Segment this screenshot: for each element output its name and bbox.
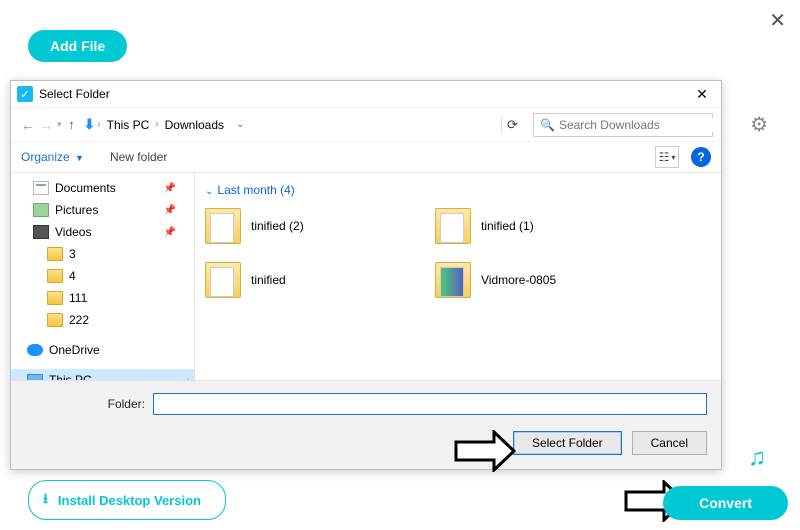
nav-back-icon[interactable]: ← [19, 117, 37, 133]
dialog-titlebar: ✓ Select Folder ✕ [11, 81, 721, 107]
tree-pictures[interactable]: Pictures📌 [11, 199, 194, 221]
chevron-right-icon: › [155, 119, 158, 130]
folder-content[interactable]: ⌄Last month (4) tinified (2) tinified (1… [195, 173, 721, 380]
pin-icon: 📌 [164, 183, 176, 194]
select-folder-button[interactable]: Select Folder [513, 431, 622, 455]
tree-videos[interactable]: Videos📌 [11, 221, 194, 243]
tree-folder-4[interactable]: 4 [11, 265, 194, 287]
help-icon[interactable]: ? [691, 147, 711, 167]
cancel-button[interactable]: Cancel [632, 431, 707, 455]
folder-label: Vidmore-0805 [481, 273, 556, 287]
folder-label: tinified (1) [481, 219, 534, 233]
folder-name-input[interactable] [153, 393, 707, 415]
folder-label: tinified (2) [251, 219, 304, 233]
breadcrumb-downloads[interactable]: Downloads [165, 118, 224, 132]
folder-icon [205, 262, 241, 298]
nav-bar: ← → ▾ ↑ ⬇ › This PC › Downloads ⌄ ⟳ 🔍 [11, 107, 721, 141]
app-close-icon[interactable]: ✕ [769, 8, 786, 33]
breadcrumb[interactable]: ⬇ › This PC › Downloads ⌄ [84, 116, 493, 133]
folder-item[interactable]: tinified (1) [435, 205, 665, 247]
close-icon[interactable]: ✕ [689, 86, 715, 103]
folder-icon [47, 269, 63, 283]
onedrive-icon [27, 344, 43, 356]
chevron-down-icon: ⌄ [205, 186, 213, 197]
search-box[interactable]: 🔍 [533, 113, 713, 137]
chevron-right-icon: › [187, 375, 190, 380]
tree-folder-3[interactable]: 3 [11, 243, 194, 265]
folder-icon [435, 208, 471, 244]
nav-history-dropdown-icon[interactable]: ▾ [57, 119, 62, 130]
install-desktop-button[interactable]: ⭳ Install Desktop Version [28, 480, 226, 520]
folder-icon [47, 247, 63, 261]
pictures-icon [33, 203, 49, 217]
chevron-right-icon: › [97, 119, 100, 130]
gear-icon[interactable]: ⚙ [750, 112, 768, 137]
videos-icon [33, 225, 49, 239]
tree-folder-111[interactable]: 111 [11, 287, 194, 309]
dialog-toolbar: Organize ▼ New folder ☷▾ ? [11, 141, 721, 173]
folder-label: tinified [251, 273, 286, 287]
group-header[interactable]: ⌄Last month (4) [205, 183, 711, 197]
download-icon: ⭳ [43, 488, 48, 512]
download-arrow-icon: ⬇ [84, 116, 96, 133]
folder-item[interactable]: tinified [205, 259, 435, 301]
music-icon[interactable]: ♫ [748, 444, 766, 472]
dialog-title: Select Folder [39, 87, 689, 101]
app-logo-icon: ✓ [17, 86, 33, 102]
chevron-down-icon: ▼ [75, 153, 84, 163]
folder-icon [205, 208, 241, 244]
convert-button[interactable]: Convert [663, 486, 788, 520]
documents-icon [33, 181, 49, 195]
nav-forward-icon: → [37, 117, 55, 133]
tree-documents[interactable]: Documents📌 [11, 177, 194, 199]
folder-icon [435, 262, 471, 298]
folder-item[interactable]: Vidmore-0805 [435, 259, 665, 301]
nav-tree[interactable]: Documents📌 Pictures📌 Videos📌 3 4 111 222… [11, 173, 195, 380]
pin-icon: 📌 [164, 205, 176, 216]
folder-item[interactable]: tinified (2) [205, 205, 435, 247]
tree-folder-222[interactable]: 222 [11, 309, 194, 331]
pin-icon: 📌 [164, 227, 176, 238]
tree-onedrive[interactable]: OneDrive [11, 339, 194, 361]
folder-icon [47, 313, 63, 327]
select-folder-dialog: ✓ Select Folder ✕ ← → ▾ ↑ ⬇ › This PC › … [10, 80, 722, 470]
new-folder-button[interactable]: New folder [110, 150, 167, 164]
refresh-icon[interactable]: ⟳ [501, 117, 523, 133]
tree-thispc[interactable]: This PC› [11, 369, 194, 380]
search-input[interactable] [559, 118, 714, 132]
chevron-down-icon[interactable]: ⌄ [236, 119, 244, 130]
nav-up-icon[interactable]: ↑ [64, 117, 80, 132]
organize-menu[interactable]: Organize ▼ [21, 150, 84, 164]
folder-icon [47, 291, 63, 305]
view-options-button[interactable]: ☷▾ [655, 146, 679, 168]
search-icon: 🔍 [540, 118, 555, 132]
add-file-button[interactable]: Add File [28, 30, 127, 62]
folder-field-label: Folder: [25, 397, 145, 411]
pc-icon [27, 374, 43, 380]
breadcrumb-thispc[interactable]: This PC [107, 118, 150, 132]
dialog-footer: Folder: Select Folder Cancel [11, 380, 721, 469]
